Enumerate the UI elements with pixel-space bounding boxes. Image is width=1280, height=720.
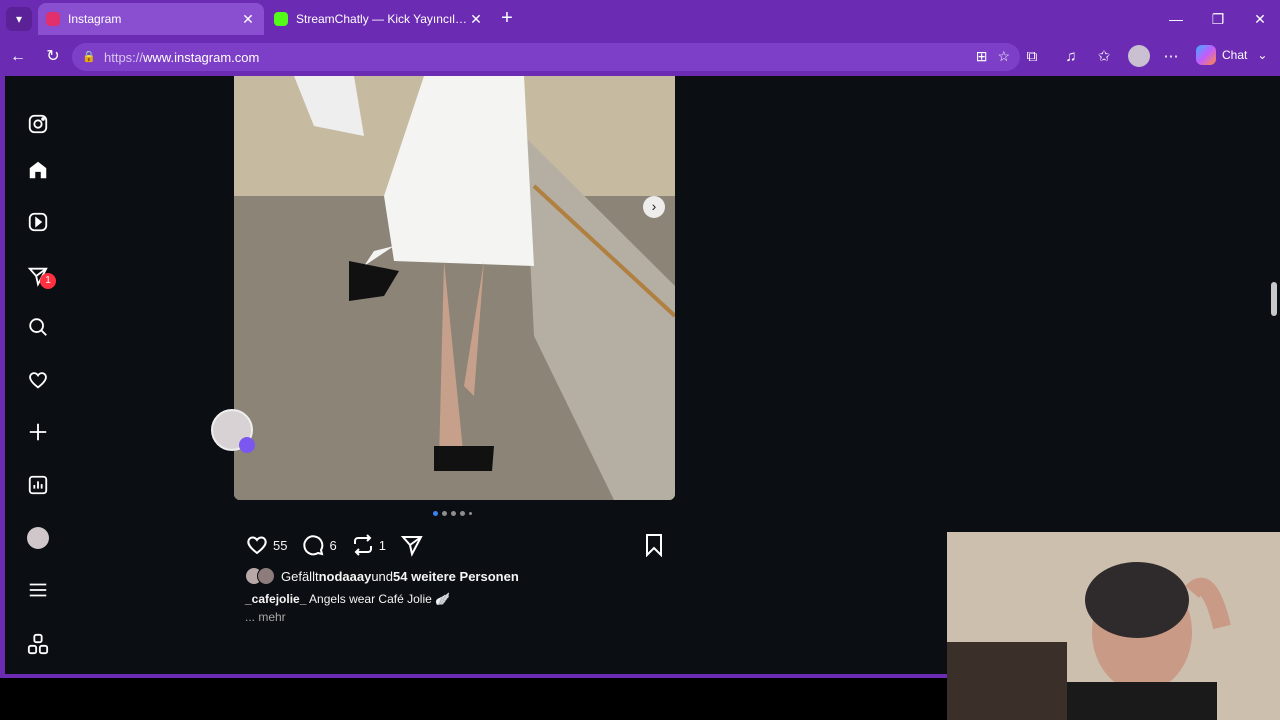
liked-by-row[interactable]: Gefällt nodaaay und 54 weitere Personen bbox=[245, 567, 519, 585]
address-bar[interactable]: 🔒 https:// www.instagram.com ⊞ ☆ bbox=[72, 43, 1020, 71]
tab-instagram[interactable]: Instagram ✕ bbox=[38, 3, 264, 35]
liker-avatar bbox=[257, 567, 275, 585]
search-icon[interactable] bbox=[25, 314, 51, 340]
liked-by-join: und bbox=[371, 568, 394, 584]
tab-title: Instagram bbox=[68, 12, 122, 26]
restore-button[interactable]: ❐ bbox=[1198, 6, 1238, 32]
notifications-icon[interactable] bbox=[25, 367, 51, 393]
new-tab-button[interactable]: + bbox=[497, 8, 517, 28]
caption-username[interactable]: _cafejolie_ bbox=[245, 592, 306, 606]
copilot-label: Chat bbox=[1222, 48, 1248, 62]
share-icon bbox=[400, 536, 423, 557]
reels-icon[interactable] bbox=[25, 209, 51, 235]
instagram-logo-icon[interactable] bbox=[25, 111, 51, 137]
post-photo bbox=[234, 76, 675, 500]
url-host: www.instagram.com bbox=[143, 49, 260, 65]
chevron-down-icon[interactable]: ⌄ bbox=[1257, 48, 1267, 62]
also-from-meta-icon[interactable] bbox=[25, 631, 51, 657]
copilot-chat-button[interactable]: Chat ⌄ bbox=[1196, 45, 1267, 65]
home-icon[interactable] bbox=[25, 157, 51, 183]
likes-count: 55 bbox=[273, 537, 288, 553]
post-actions: 55 6 1 bbox=[245, 533, 442, 557]
heart-icon bbox=[247, 536, 267, 555]
carousel-dot bbox=[460, 511, 465, 516]
url-protocol: https:// bbox=[104, 49, 144, 65]
tab-title: StreamChatly — Kick Yayıncıları için bbox=[296, 12, 468, 26]
share-button[interactable] bbox=[400, 533, 428, 557]
save-button[interactable] bbox=[643, 533, 665, 562]
instagram-sidebar: 1 bbox=[5, 76, 71, 674]
carousel-dot bbox=[442, 511, 447, 516]
more-link[interactable]: ... mehr bbox=[245, 610, 286, 624]
post-caption: _cafejolie_ Angels wear Café Jolie 🪽 bbox=[245, 592, 450, 606]
repost-badge-icon bbox=[239, 437, 255, 453]
profile-avatar[interactable] bbox=[1128, 45, 1150, 67]
close-tab-icon[interactable]: ✕ bbox=[468, 11, 484, 28]
story-avatar[interactable] bbox=[211, 409, 255, 453]
caption-text: Angels wear Café Jolie 🪽 bbox=[306, 592, 451, 606]
scrollbar-thumb[interactable] bbox=[1271, 282, 1277, 316]
liked-by-user[interactable]: nodaaay bbox=[319, 569, 372, 584]
tab-streamchatly[interactable]: StreamChatly — Kick Yayıncıları için ✕ bbox=[266, 3, 492, 35]
comment-icon bbox=[303, 535, 324, 556]
bookmark-icon bbox=[646, 534, 662, 558]
extensions-icon[interactable]: ⧉ bbox=[1022, 47, 1042, 67]
carousel-dot bbox=[469, 512, 472, 515]
tab-actions-button[interactable]: ▾ bbox=[6, 7, 32, 31]
back-button[interactable]: ← bbox=[7, 46, 29, 68]
app-available-icon[interactable]: ⊞ bbox=[976, 48, 988, 65]
menu-icon[interactable] bbox=[25, 577, 51, 603]
messages-badge: 1 bbox=[40, 273, 56, 289]
navigation-bar: ← ↻ 🔒 https:// www.instagram.com ⊞ ☆ ⧉ ♫… bbox=[0, 38, 1280, 76]
reposts-count: 1 bbox=[378, 537, 386, 553]
favorite-star-icon[interactable]: ☆ bbox=[997, 48, 1010, 65]
comments-count: 6 bbox=[329, 537, 337, 553]
tab-strip: ▾ Instagram ✕ StreamChatly — Kick Yayınc… bbox=[0, 0, 1280, 38]
carousel-dot bbox=[433, 511, 438, 516]
post-carousel-image[interactable] bbox=[234, 76, 675, 500]
comment-button[interactable]: 6 bbox=[301, 533, 337, 557]
create-icon[interactable] bbox=[25, 419, 51, 445]
dashboard-icon[interactable] bbox=[25, 472, 51, 498]
repost-button[interactable]: 1 bbox=[351, 533, 386, 557]
liked-by-prefix: Gefällt bbox=[281, 568, 319, 584]
webcam-photo bbox=[947, 532, 1280, 720]
browser-bottom-border bbox=[0, 674, 947, 678]
more-menu-icon[interactable]: ⋯ bbox=[1161, 47, 1181, 67]
repost-icon bbox=[353, 534, 372, 556]
liked-by-others[interactable]: 54 weitere Personen bbox=[393, 569, 519, 584]
minimize-button[interactable]: — bbox=[1156, 6, 1196, 32]
favorites-icon[interactable]: ✩ bbox=[1094, 47, 1114, 67]
instagram-favicon-icon bbox=[46, 12, 60, 26]
carousel-dot bbox=[451, 511, 456, 516]
copilot-icon bbox=[1196, 45, 1216, 65]
browser-essentials-icon[interactable]: ♫ bbox=[1061, 47, 1081, 67]
profile-icon[interactable] bbox=[25, 525, 51, 551]
refresh-button[interactable]: ↻ bbox=[42, 46, 64, 68]
site-info-icon[interactable]: 🔒 bbox=[82, 50, 96, 64]
like-button[interactable]: 55 bbox=[245, 533, 287, 557]
webcam-overlay bbox=[947, 532, 1280, 720]
close-tab-icon[interactable]: ✕ bbox=[240, 11, 256, 28]
close-window-button[interactable]: ✕ bbox=[1240, 6, 1280, 32]
streamchatly-favicon-icon bbox=[274, 12, 288, 26]
carousel-indicator bbox=[433, 511, 472, 516]
carousel-next-button[interactable]: › bbox=[643, 196, 665, 218]
